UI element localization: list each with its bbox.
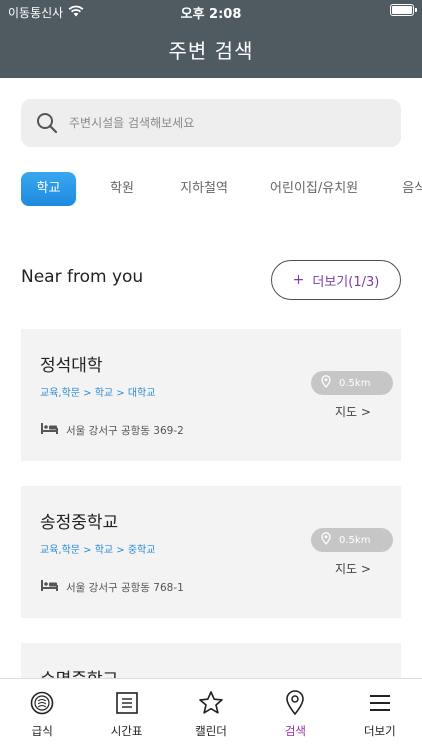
location-pin-icon: [321, 532, 331, 548]
tab-search[interactable]: 검색: [253, 679, 337, 750]
battery-icon: [390, 4, 417, 16]
tab-calendar[interactable]: 캘린더: [169, 679, 253, 750]
more-button-label: 더보기(1/3): [312, 274, 380, 290]
clock: 오후 2:08: [180, 7, 242, 22]
place-name: 정석대학: [40, 356, 103, 376]
tab-school[interactable]: 학교: [21, 172, 76, 206]
tab-more[interactable]: 더보기: [338, 679, 422, 750]
timetable-icon: [114, 690, 140, 716]
tab-food[interactable]: 음식: [402, 172, 422, 206]
tab-label: 급식: [31, 724, 53, 738]
tab-label: 시간표: [110, 724, 143, 738]
location-pin-icon: [321, 375, 331, 391]
category-tabs: 학교 학원 지하철역 어린이집/유치원 음식: [21, 172, 422, 206]
search-bar[interactable]: [21, 99, 401, 147]
place-address: 서울 강서구 공항동 768-1: [40, 579, 184, 595]
distance-label: 0.5km: [339, 377, 371, 389]
bed-icon: [40, 422, 59, 438]
search-input[interactable]: [69, 103, 369, 143]
tab-timetable[interactable]: 시간표: [84, 679, 168, 750]
menu-icon: [367, 690, 393, 716]
place-category: 교육,학문 > 학교 > 중학교: [40, 545, 156, 556]
place-category: 교육,학문 > 학교 > 대학교: [40, 388, 156, 399]
section-title: Near from you: [21, 267, 144, 287]
place-card[interactable]: 정석대학 교육,학문 > 학교 > 대학교 0.5km 지도 > 서울 강서구 …: [21, 329, 401, 461]
place-address: 서울 강서구 공항동 369-2: [40, 422, 184, 438]
star-icon: [198, 690, 224, 716]
page-title: 주변 검색: [168, 39, 254, 63]
map-link[interactable]: 지도 >: [335, 403, 371, 420]
tab-academy[interactable]: 학원: [110, 172, 134, 206]
meal-plate-icon: [29, 690, 55, 716]
bed-icon: [40, 579, 59, 595]
map-link[interactable]: 지도 >: [335, 560, 371, 577]
plus-icon: +: [292, 272, 305, 288]
tab-meal[interactable]: 급식: [0, 679, 84, 750]
location-pin-icon: [282, 690, 308, 716]
place-name: 송정중학교: [40, 513, 119, 533]
distance-label: 0.5km: [339, 534, 371, 546]
header: 이동통신사 오후 2:08 주변 검색: [0, 0, 422, 78]
status-bar: 이동통신사 오후 2:08: [0, 0, 422, 22]
tab-label: 캘린더: [195, 724, 227, 738]
address-label: 서울 강서구 공항동 369-2: [66, 424, 184, 437]
search-icon: [25, 99, 69, 147]
tab-label: 검색: [284, 724, 306, 738]
place-card[interactable]: 송정중학교 교육,학문 > 학교 > 중학교 0.5km 지도 > 서울 강서구…: [21, 486, 401, 618]
distance-badge: 0.5km: [311, 371, 393, 395]
more-button[interactable]: + 더보기(1/3): [271, 260, 401, 300]
tab-subway[interactable]: 지하철역: [180, 172, 228, 206]
address-label: 서울 강서구 공항동 768-1: [66, 581, 184, 594]
bottom-tab-bar: 급식 시간표 캘린더 검색 더보기: [0, 678, 422, 750]
tab-label: 더보기: [363, 724, 396, 738]
tab-daycare[interactable]: 어린이집/유치원: [270, 172, 358, 206]
distance-badge: 0.5km: [311, 528, 393, 552]
